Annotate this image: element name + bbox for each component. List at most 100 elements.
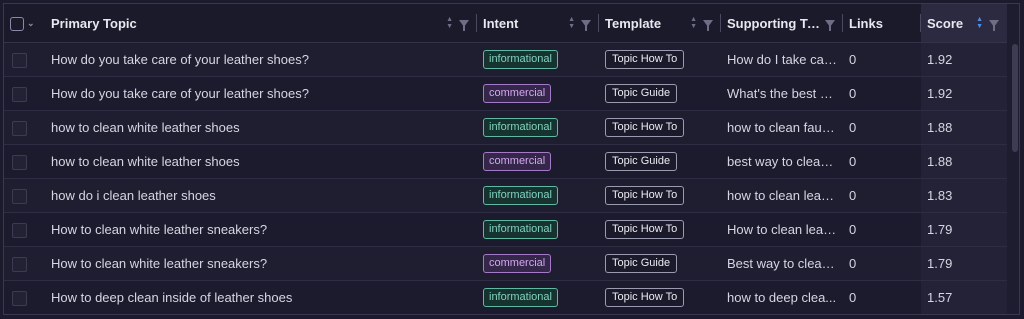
column-header-primary-topic[interactable]: Primary Topic ▲ ▼	[45, 4, 477, 43]
score-cell: 1.92	[921, 76, 1007, 111]
filter-icon[interactable]	[703, 19, 713, 31]
template-badge[interactable]: Topic Guide	[605, 152, 678, 171]
row-select-cell	[4, 76, 45, 111]
sort-icon[interactable]: ▲ ▼	[976, 16, 983, 30]
links-cell: 0	[843, 144, 921, 179]
score-cell: 1.88	[921, 110, 1007, 145]
row-checkbox[interactable]	[12, 188, 27, 204]
template-badge[interactable]: Topic How To	[605, 186, 685, 205]
row-checkbox[interactable]	[12, 290, 27, 306]
intent-cell: informational	[477, 42, 599, 77]
supporting-topics-cell[interactable]: How do I take car...	[721, 42, 843, 77]
intent-cell: commercial	[477, 144, 599, 179]
table-row[interactable]: How to deep clean inside of leather shoe…	[4, 280, 1007, 314]
primary-topic-cell[interactable]: How to deep clean inside of leather shoe…	[45, 280, 477, 314]
select-all-header: ⌄	[4, 4, 45, 43]
intent-badge[interactable]: informational	[483, 186, 558, 205]
score-cell: 1.57	[921, 280, 1007, 314]
supporting-topics-cell[interactable]: how to clean leath...	[721, 178, 843, 213]
template-cell: Topic Guide	[599, 76, 721, 111]
supporting-topics-cell[interactable]: What's the best w...	[721, 76, 843, 111]
filter-icon[interactable]	[459, 19, 469, 31]
sort-icon[interactable]: ▲ ▼	[690, 16, 697, 30]
primary-topic-cell[interactable]: How to clean white leather sneakers?	[45, 212, 477, 247]
supporting-topics-cell[interactable]: how to deep clea...	[721, 280, 843, 314]
template-badge[interactable]: Topic How To	[605, 50, 685, 69]
score-cell: 1.92	[921, 42, 1007, 77]
template-cell: Topic How To	[599, 178, 721, 213]
topics-table: ⌄ Primary Topic ▲ ▼ Intent ▲ ▼ Template …	[4, 4, 1007, 314]
chevron-down-icon[interactable]: ⌄	[27, 18, 35, 29]
sort-icon[interactable]: ▲ ▼	[568, 16, 575, 30]
intent-cell: informational	[477, 178, 599, 213]
select-all-checkbox[interactable]	[10, 16, 24, 31]
sort-icon[interactable]: ▲ ▼	[446, 16, 453, 30]
column-header-intent[interactable]: Intent ▲ ▼	[477, 4, 599, 43]
primary-topic-cell[interactable]: How do you take care of your leather sho…	[45, 42, 477, 77]
row-checkbox[interactable]	[12, 222, 27, 238]
table-row[interactable]: How do you take care of your leather sho…	[4, 76, 1007, 111]
row-checkbox[interactable]	[12, 154, 27, 170]
primary-topic-cell[interactable]: How to clean white leather sneakers?	[45, 246, 477, 281]
table-row[interactable]: how to clean white leather shoes commerci…	[4, 144, 1007, 179]
template-cell: Topic Guide	[599, 144, 721, 179]
intent-badge[interactable]: commercial	[483, 254, 552, 273]
table-row[interactable]: how do i clean leather shoes informationa…	[4, 178, 1007, 213]
primary-topic-cell[interactable]: how do i clean leather shoes	[45, 178, 477, 213]
column-header-score[interactable]: Score ▲ ▼	[921, 4, 1007, 43]
template-cell: Topic How To	[599, 42, 721, 77]
primary-topic-cell[interactable]: how to clean white leather shoes	[45, 110, 477, 145]
column-title: Supporting To...	[727, 15, 825, 31]
vertical-scrollbar[interactable]	[1012, 44, 1018, 152]
row-select-cell	[4, 212, 45, 247]
links-cell: 0	[843, 178, 921, 213]
primary-topic-cell[interactable]: How do you take care of your leather sho…	[45, 76, 477, 111]
intent-badge[interactable]: informational	[483, 220, 558, 239]
row-checkbox[interactable]	[12, 120, 27, 136]
template-badge[interactable]: Topic How To	[605, 118, 685, 137]
filter-icon[interactable]	[581, 19, 591, 31]
table-row[interactable]: How to clean white leather sneakers? comm…	[4, 246, 1007, 281]
intent-cell: commercial	[477, 76, 599, 111]
column-title: Score	[927, 15, 964, 31]
topics-table-panel: ⌄ Primary Topic ▲ ▼ Intent ▲ ▼ Template …	[3, 3, 1020, 315]
supporting-topics-cell[interactable]: Best way to clean ...	[721, 246, 843, 281]
column-header-links[interactable]: Links	[843, 4, 921, 43]
column-header-supporting-topics[interactable]: Supporting To...	[721, 4, 843, 43]
links-cell: 0	[843, 42, 921, 77]
row-checkbox[interactable]	[12, 256, 27, 272]
template-cell: Topic How To	[599, 110, 721, 145]
table-row[interactable]: How to clean white leather sneakers? info…	[4, 212, 1007, 247]
row-select-cell	[4, 178, 45, 213]
intent-badge[interactable]: commercial	[483, 84, 552, 103]
table-row[interactable]: How do you take care of your leather sho…	[4, 42, 1007, 77]
template-badge[interactable]: Topic Guide	[605, 84, 678, 103]
row-select-cell	[4, 42, 45, 77]
supporting-topics-cell[interactable]: How to clean leat...	[721, 212, 843, 247]
column-header-template[interactable]: Template ▲ ▼	[599, 4, 721, 43]
supporting-topics-cell[interactable]: how to clean faux ...	[721, 110, 843, 145]
primary-topic-cell[interactable]: how to clean white leather shoes	[45, 144, 477, 179]
filter-icon[interactable]	[825, 19, 835, 31]
column-title: Template	[605, 15, 662, 31]
filter-icon[interactable]	[989, 19, 999, 31]
links-cell: 0	[843, 280, 921, 314]
intent-badge[interactable]: commercial	[483, 152, 552, 171]
intent-badge[interactable]: informational	[483, 50, 558, 69]
row-checkbox[interactable]	[12, 52, 27, 68]
row-checkbox[interactable]	[12, 86, 27, 102]
template-badge[interactable]: Topic How To	[605, 220, 685, 239]
template-cell: Topic Guide	[599, 246, 721, 281]
table-row[interactable]: how to clean white leather shoes informat…	[4, 110, 1007, 145]
table-header-row: ⌄ Primary Topic ▲ ▼ Intent ▲ ▼ Template …	[4, 4, 1007, 43]
row-select-cell	[4, 280, 45, 314]
intent-badge[interactable]: informational	[483, 118, 558, 137]
template-cell: Topic How To	[599, 212, 721, 247]
supporting-topics-cell[interactable]: best way to clean ...	[721, 144, 843, 179]
intent-badge[interactable]: informational	[483, 288, 558, 307]
column-title: Intent	[483, 15, 519, 31]
intent-cell: informational	[477, 212, 599, 247]
template-badge[interactable]: Topic Guide	[605, 254, 678, 273]
template-badge[interactable]: Topic How To	[605, 288, 685, 307]
column-title: Links	[849, 15, 883, 31]
